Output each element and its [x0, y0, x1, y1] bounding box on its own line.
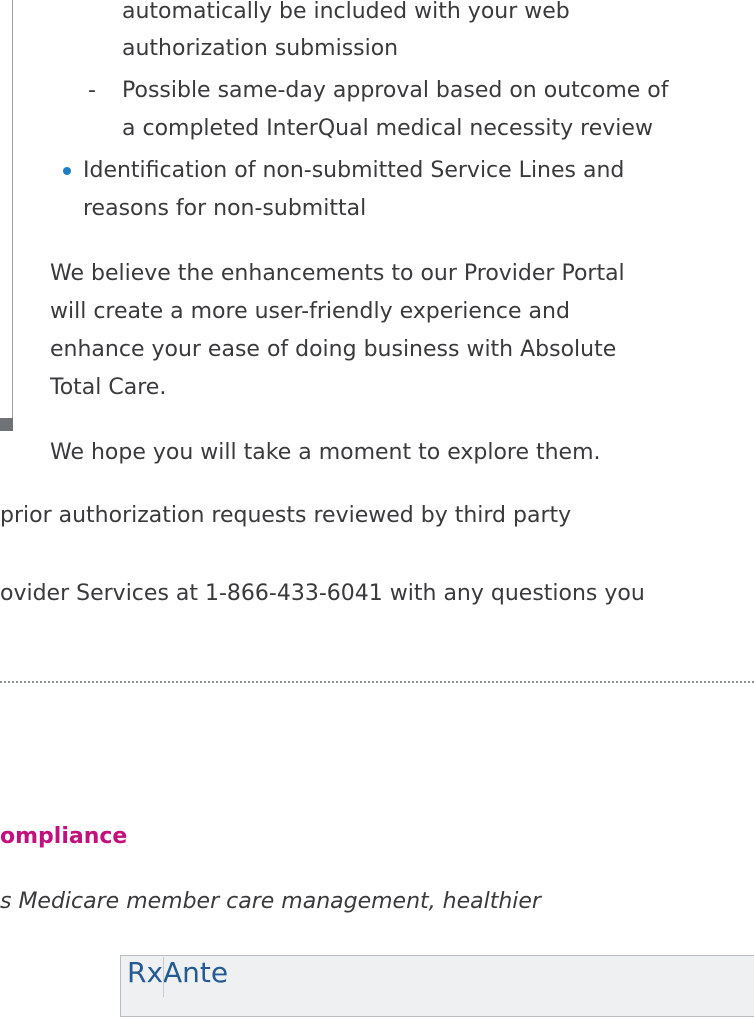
paragraph-1-line-3: enhance your ease of doing business with… [50, 337, 617, 362]
section-heading: ompliance [0, 824, 128, 849]
bullet-2-line-1: Identification of non-submitted Service … [83, 158, 625, 183]
bullet-dot-icon [63, 167, 71, 175]
section-intro: s Medicare member care management, healt… [0, 889, 541, 914]
screenshot-frame-edge [0, 0, 13, 430]
sub-item-dash: - [88, 78, 96, 103]
paragraph-2: We hope you will take a moment to explor… [50, 440, 601, 465]
bullet-1-continuation-line-1: automatically be included with your web [122, 0, 570, 24]
rxante-logo: RxAnte [127, 956, 229, 989]
body-line-prior-authorization: prior authorization requests reviewed by… [0, 503, 572, 528]
paragraph-1-line-1: We believe the enhancements to our Provi… [50, 261, 625, 286]
paragraph-1-line-4: Total Care. [50, 375, 167, 400]
sub-item-line-2: a completed InterQual medical necessity … [122, 116, 653, 141]
paragraph-1-line-2: will create a more user-friendly experie… [50, 299, 570, 324]
dotted-separator [0, 681, 754, 683]
bullet-1-continuation-line-2: authorization submission [122, 36, 399, 61]
sub-item-line-1: Possible same-day approval based on outc… [122, 78, 669, 103]
screenshot-frame-corner [0, 418, 13, 431]
body-line-provider-services: ovider Services at 1-866-433-6041 with a… [0, 581, 645, 606]
rxante-header-divider [163, 957, 164, 997]
bullet-2-line-2: reasons for non-submittal [83, 196, 367, 221]
